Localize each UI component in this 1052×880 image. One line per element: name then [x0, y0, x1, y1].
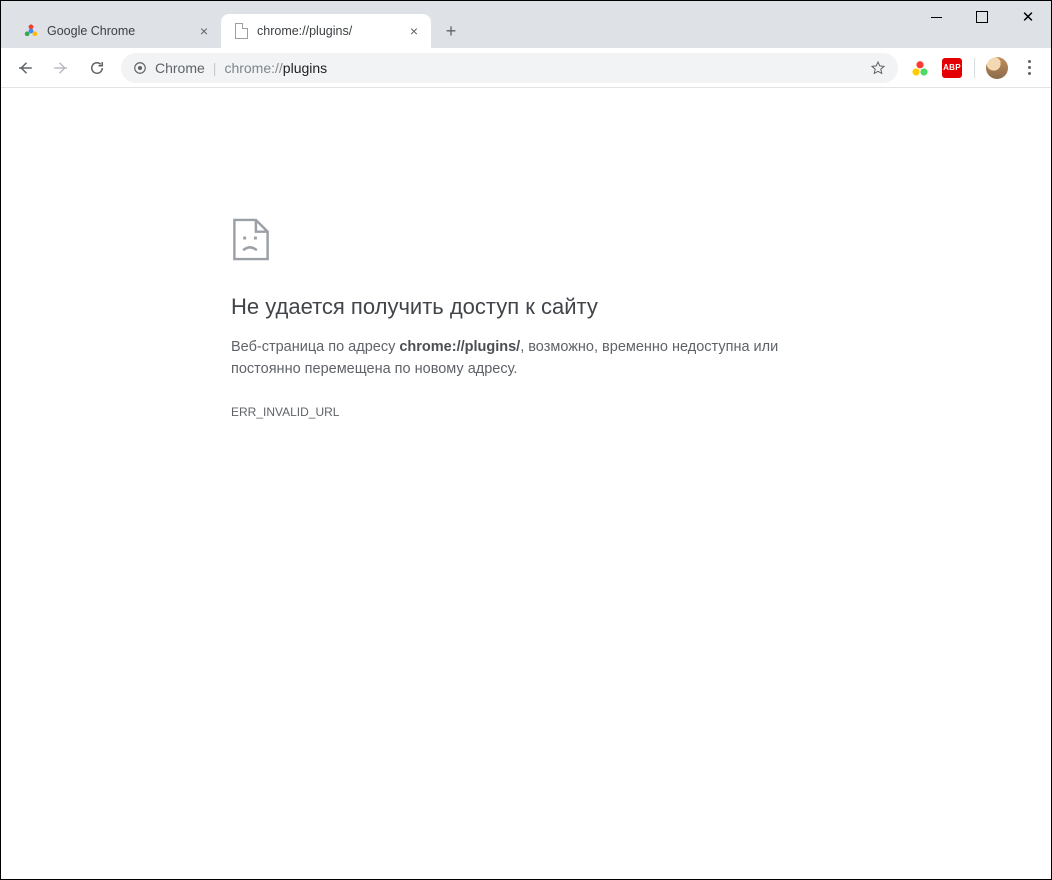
maximize-button[interactable] [959, 1, 1005, 33]
chrome-origin-icon [133, 61, 147, 75]
address-bar[interactable]: Chrome | chrome://plugins [121, 53, 898, 83]
error-description: Веб-страница по адресу chrome://plugins/… [231, 336, 821, 381]
arrow-left-icon [16, 59, 34, 77]
omnibox-separator: | [213, 60, 217, 76]
error-code: ERR_INVALID_URL [231, 405, 821, 419]
reload-icon [88, 59, 106, 77]
tab-title: chrome://plugins/ [257, 24, 399, 38]
omnibox-url: chrome://plugins [224, 60, 327, 76]
close-tab-icon[interactable]: × [407, 24, 421, 38]
profile-avatar[interactable] [983, 54, 1011, 82]
origin-label: Chrome [155, 60, 205, 76]
toolbar-separator [974, 58, 975, 78]
avatar-icon [986, 57, 1008, 79]
titlebar: Google Chrome × chrome://plugins/ × + ✕ [1, 1, 1051, 48]
abp-icon: ABP [942, 58, 962, 78]
close-window-button[interactable]: ✕ [1005, 1, 1051, 33]
error-title: Не удается получить доступ к сайту [231, 294, 821, 320]
bookmark-star-icon[interactable] [870, 60, 886, 76]
arrow-right-icon [52, 59, 70, 77]
tab-title: Google Chrome [47, 24, 189, 38]
extension-adblock-plus[interactable]: ABP [938, 54, 966, 82]
extension-yandex[interactable] [906, 54, 934, 82]
reload-button[interactable] [81, 52, 113, 84]
chrome-logo-icon [23, 23, 39, 39]
back-button[interactable] [9, 52, 41, 84]
error-panel: Не удается получить доступ к сайту Веб-с… [231, 218, 821, 419]
tab-google-chrome[interactable]: Google Chrome × [11, 14, 221, 48]
minimize-button[interactable] [913, 1, 959, 33]
toolbar: Chrome | chrome://plugins ABP [1, 48, 1051, 88]
yandex-icon [911, 59, 929, 77]
chrome-menu-button[interactable] [1015, 54, 1043, 82]
tab-strip: Google Chrome × chrome://plugins/ × + [11, 1, 465, 48]
tab-chrome-plugins[interactable]: chrome://plugins/ × [221, 14, 431, 48]
window-controls: ✕ [913, 1, 1051, 33]
page-content: Не удается получить доступ к сайту Веб-с… [1, 88, 1051, 419]
new-tab-button[interactable]: + [437, 17, 465, 45]
close-tab-icon[interactable]: × [197, 24, 211, 38]
sad-page-icon [231, 218, 821, 266]
forward-button[interactable] [45, 52, 77, 84]
page-icon [233, 23, 249, 39]
